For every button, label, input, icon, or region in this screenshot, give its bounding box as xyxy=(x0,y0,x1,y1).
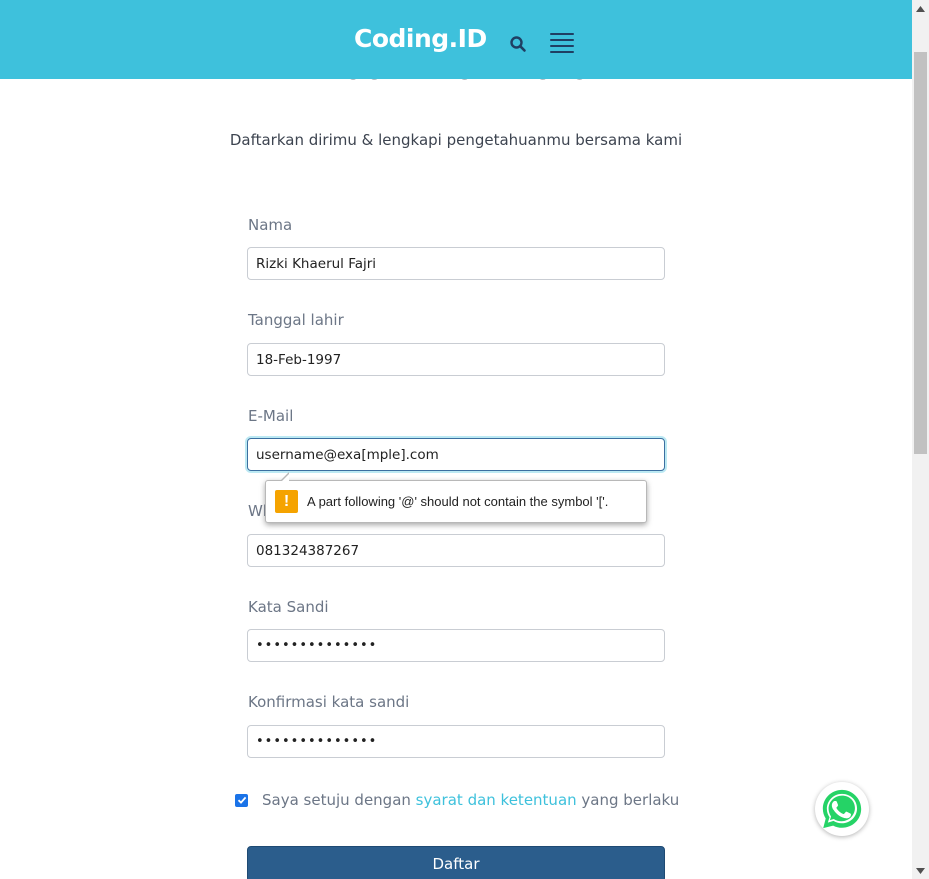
birthdate-field[interactable] xyxy=(247,343,665,376)
page-subtitle: Daftarkan dirimu & lengkapi pengetahuanm… xyxy=(229,131,683,149)
terms-text-before: Saya setuju dengan xyxy=(262,791,416,809)
warning-icon: ! xyxy=(275,490,298,513)
password-label: Kata Sandi xyxy=(248,598,329,616)
register-button[interactable]: Daftar xyxy=(247,846,665,879)
password-field[interactable] xyxy=(247,629,665,662)
validation-message: A part following '@' should not contain … xyxy=(307,494,609,509)
search-icon[interactable] xyxy=(509,35,527,53)
scrollbar-thumb[interactable] xyxy=(914,52,927,454)
scroll-up-arrow-icon[interactable] xyxy=(912,0,929,17)
name-field[interactable] xyxy=(247,247,665,280)
validation-tooltip: ! A part following '@' should not contai… xyxy=(265,472,647,523)
terms-text-after: yang berlaku xyxy=(576,791,680,809)
whatsapp-icon[interactable] xyxy=(815,782,869,836)
terms-text: Saya setuju dengan syarat dan ketentuan … xyxy=(262,791,679,809)
name-label: Nama xyxy=(248,216,293,234)
password-confirm-label: Konfirmasi kata sandi xyxy=(248,693,410,711)
email-label: E-Mail xyxy=(248,407,294,425)
terms-agreement: Saya setuju dengan syarat dan ketentuan … xyxy=(235,791,679,809)
whatsapp-field[interactable] xyxy=(247,534,665,567)
top-navbar: Coding.ID xyxy=(0,0,912,79)
terms-link[interactable]: syarat dan ketentuan xyxy=(416,791,577,809)
site-logo[interactable]: Coding.ID xyxy=(354,24,487,53)
vertical-scrollbar[interactable] xyxy=(912,0,929,879)
email-field[interactable] xyxy=(247,438,665,471)
birthdate-label: Tanggal lahir xyxy=(248,311,344,329)
password-confirm-field[interactable] xyxy=(247,725,665,758)
page-viewport: Buat Akun Baru Coding.ID Daftarkan dirim… xyxy=(0,0,912,879)
terms-checkbox[interactable] xyxy=(235,793,248,807)
scroll-down-arrow-icon[interactable] xyxy=(912,862,929,879)
hamburger-menu-icon[interactable] xyxy=(550,33,574,54)
